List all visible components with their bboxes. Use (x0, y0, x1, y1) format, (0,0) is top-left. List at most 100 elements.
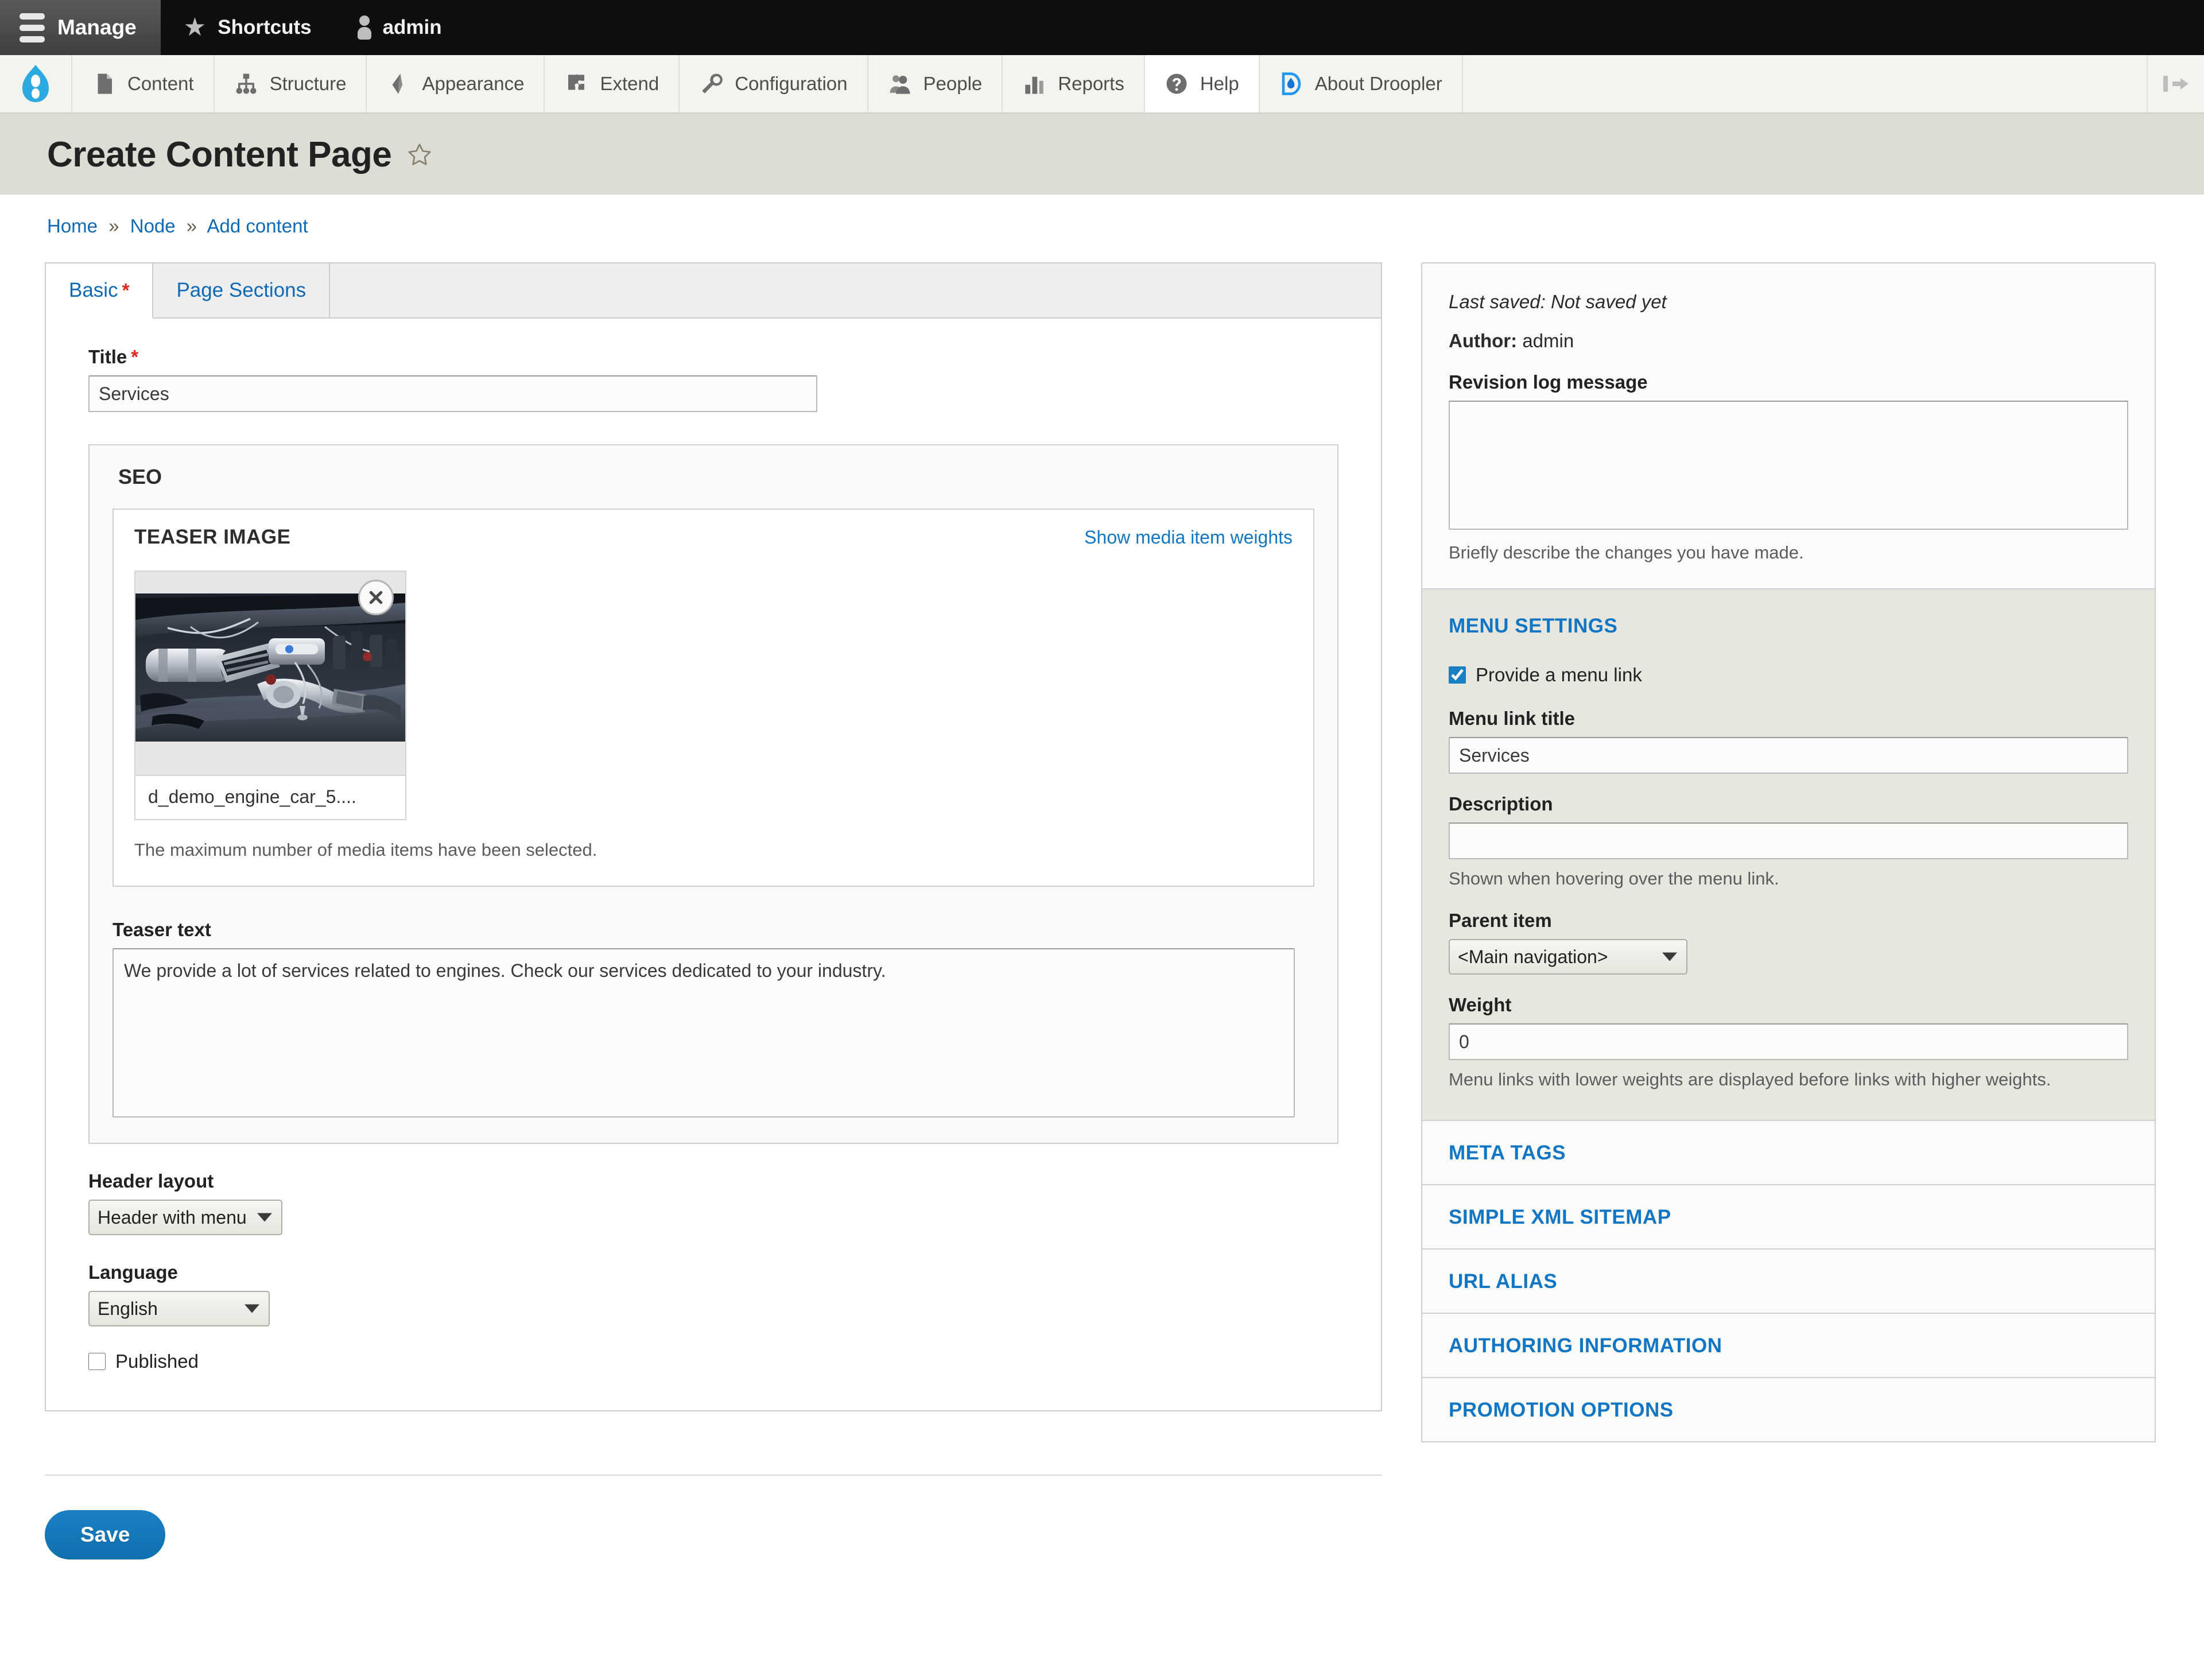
admin-menu-reports-label: Reports (1058, 73, 1124, 94)
parent-item-label: Parent item (1449, 910, 1552, 931)
breadcrumb-home[interactable]: Home (47, 215, 98, 236)
section-url-alias[interactable]: URL ALIAS (1421, 1250, 2156, 1314)
weight-input[interactable] (1449, 1023, 2128, 1060)
admin-menu-structure[interactable]: Structure (215, 55, 367, 112)
admin-menu-help[interactable]: Help (1144, 55, 1260, 112)
drupal-drop-icon (22, 65, 49, 102)
tabs-filler (330, 263, 1381, 317)
admin-menu-extend[interactable]: Extend (545, 55, 680, 112)
people-icon (890, 75, 910, 94)
author-label: Author: (1449, 330, 1518, 351)
extend-puzzle-icon (568, 74, 585, 90)
tab-page-sections[interactable]: Page Sections (153, 263, 331, 317)
author-value: admin (1522, 330, 1574, 351)
admin-menu-spacer (1463, 55, 2148, 112)
admin-menu-content[interactable]: Content (72, 55, 215, 112)
title-input[interactable] (88, 375, 817, 412)
breadcrumb-separator: » (186, 215, 197, 236)
admin-menu-about-droopler[interactable]: About Droopler (1260, 55, 1463, 112)
language-select-wrap: English (88, 1291, 270, 1326)
header-layout-select[interactable]: Header with menu (88, 1200, 282, 1235)
person-icon (357, 15, 371, 40)
published-field: Published (88, 1351, 1338, 1372)
admin-menu-about-droopler-label: About Droopler (1314, 73, 1442, 94)
language-select[interactable]: English (88, 1291, 270, 1326)
tab-basic-label: Basic (69, 279, 118, 301)
required-marker: * (131, 346, 139, 367)
favorite-star-icon[interactable] (406, 142, 433, 168)
provide-menu-link-label: Provide a menu link (1476, 664, 1642, 685)
form-tabs: Basic * Page Sections (45, 262, 1382, 319)
content-page-icon (98, 73, 112, 94)
menu-description-label: Description (1449, 793, 1553, 814)
show-media-item-weights-link[interactable]: Show media item weights (1084, 527, 1293, 548)
reports-bars-icon (1025, 76, 1044, 94)
menu-description-input[interactable] (1449, 822, 2128, 859)
toolbar-orientation-toggle[interactable] (2148, 55, 2204, 112)
header-layout-field: Header layout Header with menu (88, 1170, 1338, 1235)
media-item-name: d_demo_engine_car_5.... (135, 775, 405, 819)
required-marker: * (122, 280, 130, 301)
last-saved-label: Last saved: (1449, 291, 1546, 312)
menu-settings-panel: MENU SETTINGS Provide a menu link Menu l… (1421, 589, 2156, 1121)
admin-menu-configuration-label: Configuration (735, 73, 848, 94)
tab-page-sections-label: Page Sections (176, 279, 306, 301)
remove-media-button[interactable] (358, 580, 394, 615)
engine-photo (135, 593, 405, 742)
teaser-image-field: TEASER IMAGE Show media item weights d_d… (112, 509, 1314, 887)
language-field: Language English (88, 1262, 1338, 1326)
header-layout-label: Header layout (88, 1170, 214, 1192)
hamburger-icon (20, 13, 45, 42)
save-button[interactable]: Save (45, 1510, 166, 1559)
breadcrumb: Home » Node » Add content (0, 195, 2204, 237)
section-authoring-information[interactable]: AUTHORING INFORMATION (1421, 1314, 2156, 1378)
section-simple-xml-sitemap[interactable]: SIMPLE XML SITEMAP (1421, 1185, 2156, 1250)
drupal-logo-button[interactable] (0, 55, 72, 112)
toolbar-user-label: admin (382, 16, 442, 38)
language-label: Language (88, 1262, 178, 1283)
revision-log-textarea[interactable] (1449, 401, 2128, 530)
seo-fieldset: SEO TEASER IMAGE Show media item weights (88, 444, 1338, 1144)
toolbar-shortcuts-button[interactable]: ★ Shortcuts (161, 0, 335, 55)
toolbar-user-button[interactable]: admin (335, 0, 465, 55)
main-column: Basic * Page Sections Title* SEO TEASER … (45, 262, 1382, 1411)
menu-settings-title[interactable]: MENU SETTINGS (1449, 615, 2128, 638)
teaser-text-area[interactable] (112, 948, 1295, 1118)
tab-basic[interactable]: Basic * (46, 263, 154, 319)
admin-menu-appearance[interactable]: Appearance (367, 55, 545, 112)
configuration-wrench-icon (702, 73, 723, 94)
admin-menu-bar: Content Structure Appearance Extend Conf… (0, 55, 2204, 114)
admin-menu-appearance-label: Appearance (422, 73, 525, 94)
last-saved-line: Last saved: Not saved yet (1449, 291, 2128, 313)
last-saved-value: Not saved yet (1550, 291, 1667, 312)
menu-link-title-input[interactable] (1449, 737, 2128, 774)
toolbar-manage-button[interactable]: Manage (0, 0, 161, 55)
revision-info-card: Last saved: Not saved yet Author: admin … (1421, 262, 2156, 589)
weight-label: Weight (1449, 994, 1512, 1015)
droopler-drop-icon (1282, 72, 1301, 95)
close-icon (369, 591, 383, 604)
admin-menu-content-label: Content (127, 73, 194, 94)
published-checkbox[interactable] (88, 1353, 106, 1370)
teaser-text-label: Teaser text (112, 919, 211, 940)
admin-menu-configuration[interactable]: Configuration (680, 55, 868, 112)
header-layout-select-wrap: Header with menu (88, 1200, 282, 1235)
breadcrumb-node[interactable]: Node (130, 215, 176, 236)
breadcrumb-add-content[interactable]: Add content (207, 215, 308, 236)
teaser-text-field: Teaser text (112, 919, 1314, 1118)
section-promotion-options[interactable]: PROMOTION OPTIONS (1421, 1378, 2156, 1442)
admin-menu-extend-label: Extend (600, 73, 659, 94)
page-title-band: Create Content Page (0, 114, 2204, 195)
admin-menu-reports[interactable]: Reports (1003, 55, 1145, 112)
title-label-text: Title (88, 346, 127, 367)
appearance-brush-icon (392, 73, 403, 94)
admin-menu-people-label: People (923, 73, 983, 94)
menu-description-field: Description (1449, 793, 2128, 859)
menu-description-help: Shown when hovering over the menu link. (1449, 868, 1779, 889)
structure-tree-icon (236, 73, 257, 94)
revision-log-label: Revision log message (1449, 371, 1648, 393)
provide-menu-link-checkbox[interactable] (1449, 666, 1466, 684)
section-meta-tags[interactable]: META TAGS (1421, 1121, 2156, 1185)
admin-menu-people[interactable]: People (868, 55, 1003, 112)
parent-item-select[interactable]: <Main navigation> (1449, 939, 1687, 975)
